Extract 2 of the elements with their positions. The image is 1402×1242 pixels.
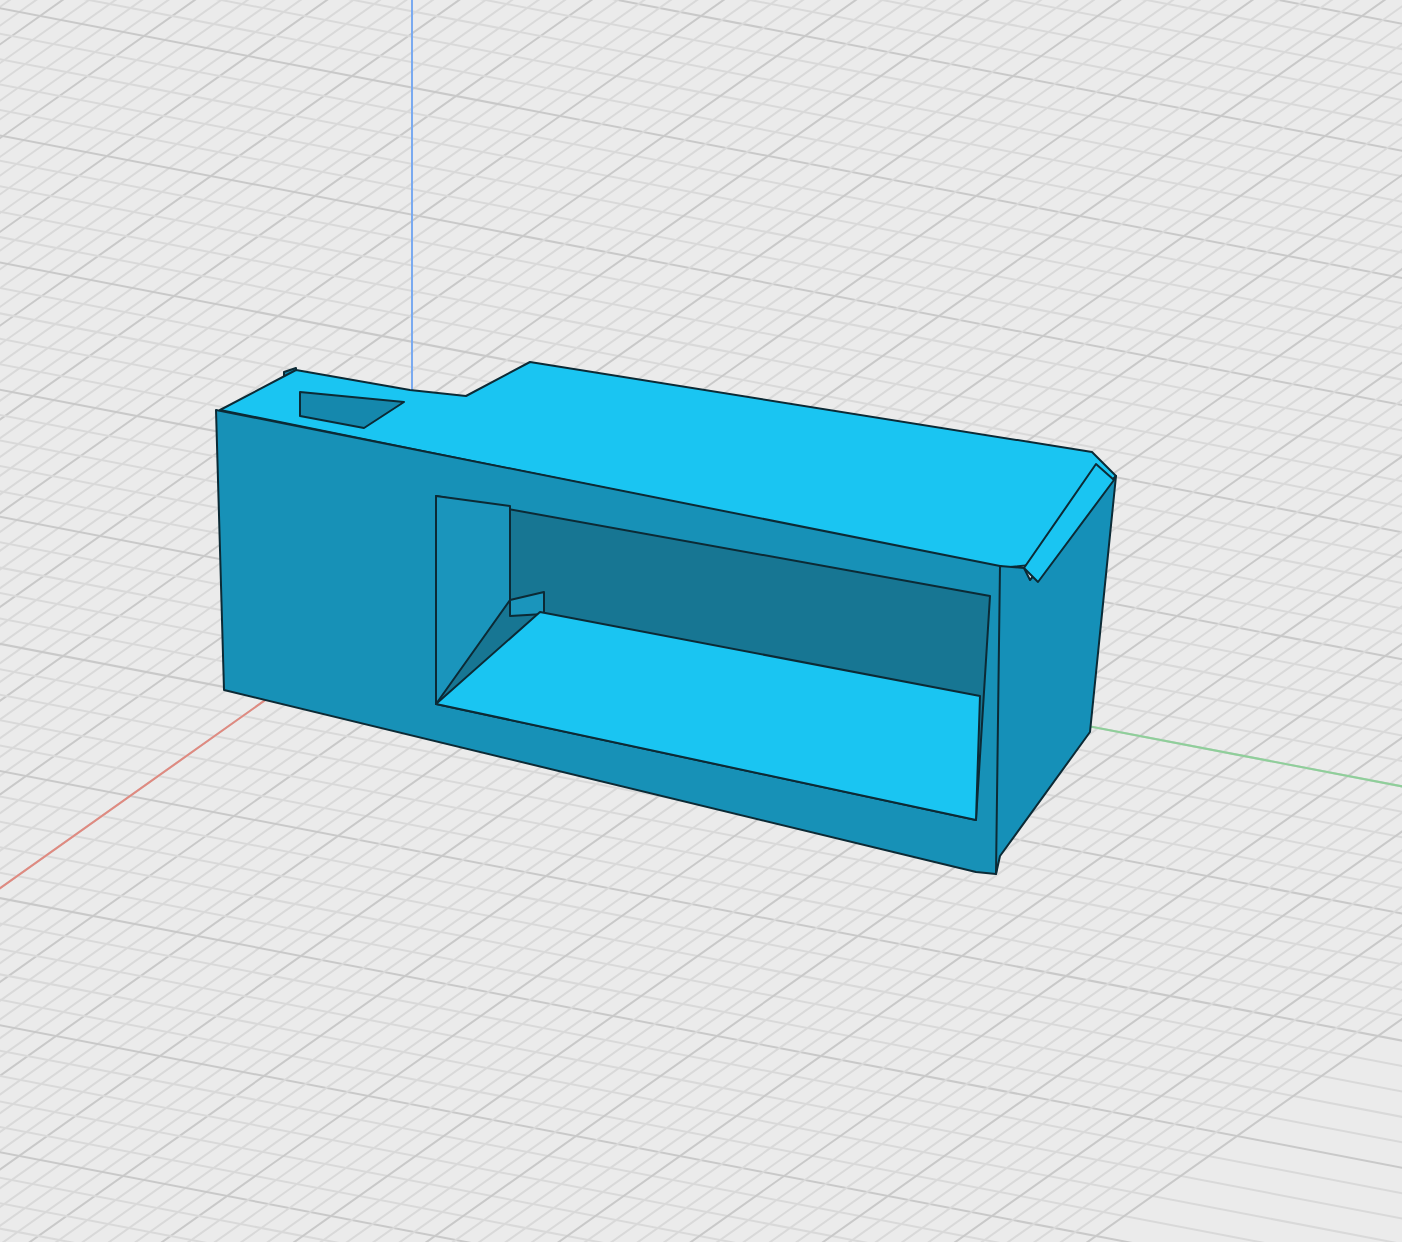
3d-viewport[interactable] [0,0,1402,1242]
bracket-model-drawing[interactable] [215,361,1117,875]
